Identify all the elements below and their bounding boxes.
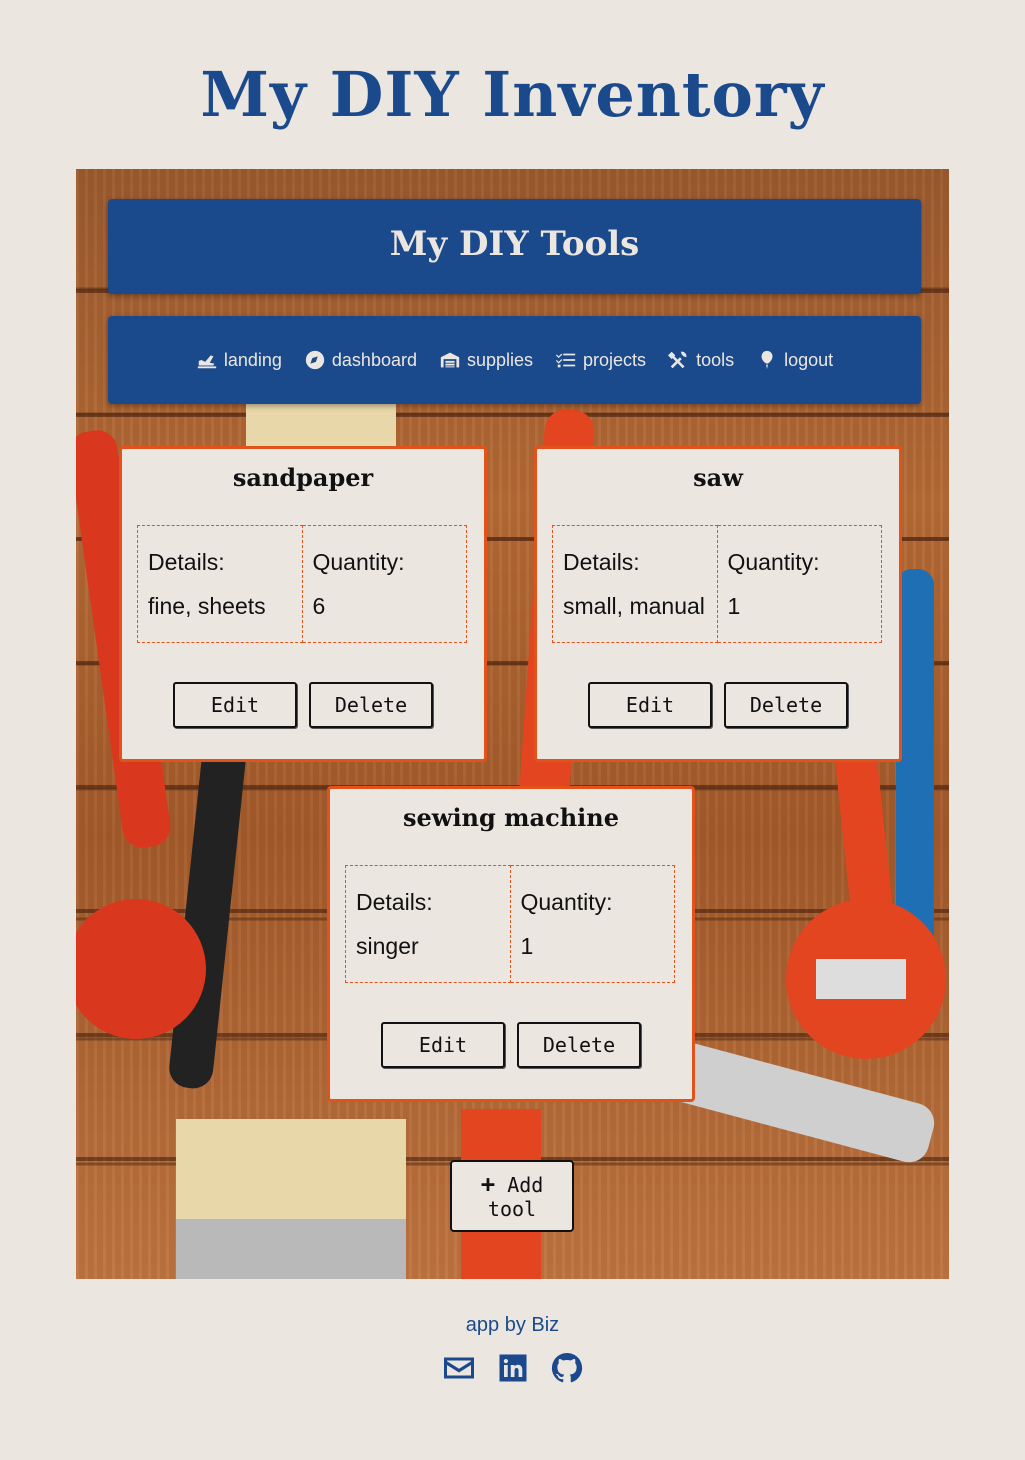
quantity-value: 6 (312, 593, 326, 619)
add-tool-first-line: + Add (481, 1172, 544, 1197)
tool-name: saw (693, 463, 743, 492)
quantity-value: 1 (727, 593, 741, 619)
nav-item-logout[interactable]: logout (756, 349, 833, 371)
add-tool-label-line2: tool (487, 1196, 537, 1221)
linkedin-icon[interactable] (495, 1350, 531, 1386)
app-title: My DIY Inventory (200, 58, 825, 131)
tool-card: sewing machine Details: singer Quantity:… (327, 786, 695, 1102)
balloon-icon (761, 350, 773, 370)
edit-button[interactable]: Edit (173, 682, 297, 728)
tools-icon (668, 351, 687, 369)
card-actions: Edit Delete (537, 682, 899, 728)
page-heading-banner: My DIY Tools (108, 199, 921, 294)
card-actions: Edit Delete (122, 682, 484, 728)
tool-name: sewing machine (403, 803, 619, 832)
details-cell: Details: fine, sheets (137, 525, 303, 643)
checklist-icon (555, 353, 576, 368)
nav-bar: landing dashboard supplies projects tool… (108, 316, 921, 404)
tool-details-table: Details: singer Quantity: 1 (345, 865, 675, 983)
quantity-label: Quantity: (312, 549, 405, 575)
add-tool-button[interactable]: + Add tool (450, 1160, 574, 1232)
details-label: Details: (563, 549, 640, 575)
nav-item-projects[interactable]: projects (555, 349, 646, 371)
delete-button[interactable]: Delete (724, 682, 848, 728)
tool-details-table: Details: fine, sheets Quantity: 6 (137, 525, 467, 643)
nav-label: tools (696, 349, 735, 370)
plane-icon (197, 355, 217, 369)
details-value: small, manual (563, 593, 705, 619)
delete-button[interactable]: Delete (309, 682, 433, 728)
edit-button[interactable]: Edit (381, 1022, 505, 1068)
nav-item-landing[interactable]: landing (196, 349, 282, 371)
page-heading: My DIY Tools (389, 224, 640, 264)
warehouse-icon (440, 352, 460, 368)
edit-button[interactable]: Edit (588, 682, 712, 728)
details-value: fine, sheets (148, 593, 266, 619)
nav-label: projects (583, 349, 647, 370)
details-value: singer (356, 933, 419, 959)
github-icon[interactable] (549, 1350, 585, 1386)
details-cell: Details: singer (345, 865, 511, 983)
details-label: Details: (148, 549, 225, 575)
nav-item-tools[interactable]: tools (668, 349, 734, 371)
quantity-value: 1 (520, 933, 534, 959)
plus-icon: + (480, 1169, 496, 1198)
delete-button[interactable]: Delete (517, 1022, 641, 1068)
details-label: Details: (356, 889, 433, 915)
nav-item-dashboard[interactable]: dashboard (304, 349, 417, 371)
footer-credit: app by Biz (465, 1314, 560, 1336)
tool-card: sandpaper Details: fine, sheets Quantity… (119, 446, 487, 762)
envelope-icon[interactable] (441, 1350, 477, 1386)
tools-section: My DIY Tools landing dashboard supplies … (76, 169, 949, 1279)
quantity-label: Quantity: (520, 889, 613, 915)
nav-label: supplies (466, 349, 534, 370)
footer-social-links (0, 1350, 1025, 1386)
nav-label: dashboard (331, 349, 417, 370)
quantity-label: Quantity: (727, 549, 820, 575)
quantity-cell: Quantity: 6 (301, 525, 467, 643)
tool-name: sandpaper (232, 463, 374, 492)
quantity-cell: Quantity: 1 (716, 525, 882, 643)
card-actions: Edit Delete (330, 1022, 692, 1068)
quantity-cell: Quantity: 1 (509, 865, 675, 983)
details-cell: Details: small, manual (552, 525, 718, 643)
tool-card: saw Details: small, manual Quantity: 1 E… (534, 446, 902, 762)
nav-label: logout (784, 349, 834, 370)
tool-details-table: Details: small, manual Quantity: 1 (552, 525, 882, 643)
compass-icon (305, 350, 325, 370)
nav-label: landing (223, 349, 282, 370)
nav-item-supplies[interactable]: supplies (439, 349, 533, 371)
add-tool-label-line1: Add (507, 1172, 544, 1197)
